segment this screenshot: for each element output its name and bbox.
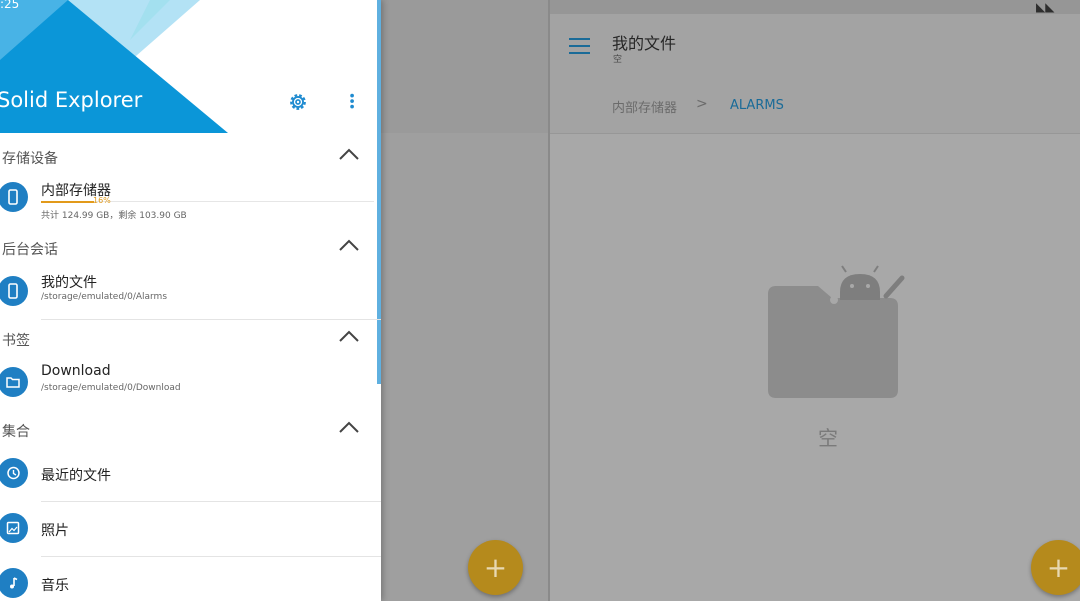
chevron-up-icon[interactable] bbox=[338, 329, 360, 343]
section-title: 存储设备 bbox=[2, 151, 58, 167]
collection-item-photos[interactable]: 照片 bbox=[0, 503, 381, 557]
status-time: :25 bbox=[0, 0, 20, 11]
music-icon bbox=[0, 568, 28, 598]
menu-icon[interactable] bbox=[569, 38, 590, 54]
section-bookmarks[interactable]: 书签 bbox=[0, 322, 378, 352]
storage-percent: 16% bbox=[93, 196, 111, 205]
collection-item-music[interactable]: 音乐 bbox=[0, 558, 381, 601]
status-bar bbox=[550, 0, 1080, 14]
folder-icon bbox=[0, 367, 28, 397]
drawer-header: :25 Solid Explorer bbox=[0, 0, 378, 133]
storage-info: 共计 124.99 GB，剩余 103.90 GB bbox=[41, 211, 187, 221]
session-item-my-files[interactable]: 我的文件 /storage/emulated/0/Alarms bbox=[0, 266, 381, 320]
empty-state-text: 空 bbox=[818, 426, 838, 450]
bookmark-item-download[interactable]: Download /storage/emulated/0/Download bbox=[0, 357, 381, 411]
toolbar-subtitle: 空 bbox=[613, 55, 623, 65]
left-pane-toolbar bbox=[380, 0, 548, 133]
section-title: 书签 bbox=[2, 333, 30, 349]
session-path: /storage/emulated/0/Alarms bbox=[41, 292, 168, 302]
phone-icon bbox=[0, 276, 28, 306]
chevron-up-icon[interactable] bbox=[338, 420, 360, 434]
divider bbox=[41, 319, 381, 320]
section-title: 集合 bbox=[2, 424, 30, 440]
settings-gear-icon[interactable] bbox=[287, 91, 309, 113]
bookmark-label: Download bbox=[41, 363, 111, 379]
breadcrumb-separator: > bbox=[696, 96, 708, 112]
navigation-drawer: :25 Solid Explorer 存储设备 内部存储器 16% 共计 124… bbox=[0, 0, 381, 601]
bookmark-path: /storage/emulated/0/Download bbox=[41, 383, 181, 393]
toolbar-title: 我的文件 bbox=[612, 34, 677, 53]
signal-icon: ◣◣ bbox=[1036, 0, 1055, 14]
session-label: 我的文件 bbox=[41, 275, 97, 291]
history-icon bbox=[0, 458, 28, 488]
breadcrumb-alarms[interactable]: ALARMS bbox=[730, 98, 784, 113]
phone-icon bbox=[0, 182, 28, 212]
image-icon bbox=[0, 513, 28, 543]
more-vert-icon[interactable] bbox=[342, 91, 364, 113]
collection-item-recent[interactable]: 最近的文件 bbox=[0, 448, 381, 502]
collection-label: 最近的文件 bbox=[41, 468, 111, 484]
add-fab-right[interactable]: + bbox=[1031, 540, 1080, 595]
section-storage-devices[interactable]: 存储设备 bbox=[0, 140, 378, 170]
section-collections[interactable]: 集合 bbox=[0, 413, 378, 443]
collection-label: 照片 bbox=[41, 523, 69, 539]
divider bbox=[41, 556, 381, 557]
section-title: 后台会话 bbox=[2, 242, 58, 258]
add-fab-left[interactable]: + bbox=[468, 540, 523, 595]
breadcrumb-internal-storage[interactable]: 内部存储器 bbox=[612, 97, 677, 116]
app-title: Solid Explorer bbox=[0, 88, 143, 112]
chevron-up-icon[interactable] bbox=[338, 238, 360, 252]
collection-label: 音乐 bbox=[41, 578, 69, 594]
chevron-up-icon[interactable] bbox=[338, 147, 360, 161]
section-background-sessions[interactable]: 后台会话 bbox=[0, 231, 378, 261]
empty-folder-icon bbox=[768, 265, 905, 398]
header-graphic bbox=[0, 0, 378, 133]
storage-progress-bar bbox=[41, 201, 95, 203]
divider bbox=[41, 501, 381, 502]
